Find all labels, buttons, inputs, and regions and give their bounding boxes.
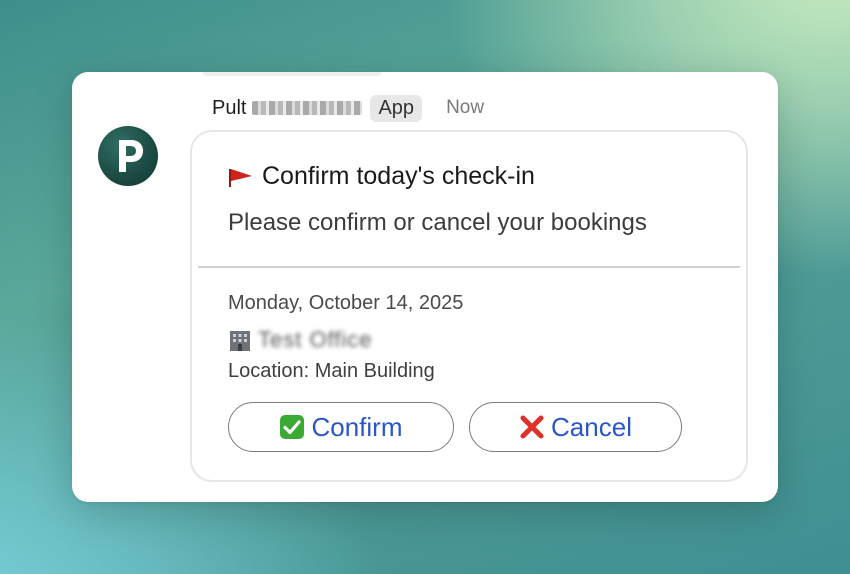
notification-body: Confirm today's check-in Please confirm … <box>190 130 748 482</box>
pult-logo-icon <box>98 126 158 186</box>
office-building-icon <box>230 331 250 351</box>
notification-subtitle: Please confirm or cancel your bookings <box>228 209 647 236</box>
check-mark-icon <box>280 415 305 439</box>
red-flag-icon <box>229 168 252 187</box>
app-name: Pult <box>212 96 247 119</box>
notification-card[interactable]: Pult App Now Confirm today's check-in Pl… <box>72 72 778 502</box>
booking-office-name: Test Office <box>258 327 373 352</box>
booking-date: Monday, October 14, 2025 <box>228 292 464 314</box>
redacted-app-text <box>252 101 363 115</box>
app-badge: App <box>370 94 423 122</box>
cancel-button[interactable]: Cancel <box>469 402 682 452</box>
notification-header: Pult App Now <box>212 94 484 122</box>
notification-title: Confirm today's check-in <box>262 162 535 190</box>
booking-office-row: Test Office <box>228 327 373 353</box>
stacked-notification-edge <box>202 72 382 76</box>
confirm-button[interactable]: Confirm <box>228 402 454 452</box>
notification-time: Now <box>446 97 485 118</box>
confirm-button-label: Confirm <box>311 411 403 442</box>
cancel-button-label: Cancel <box>551 411 632 442</box>
booking-location: Location: Main Building <box>228 360 435 382</box>
notification-title-row: Confirm today's check-in <box>228 162 535 191</box>
cross-mark-icon <box>520 415 544 439</box>
divider <box>198 266 740 268</box>
